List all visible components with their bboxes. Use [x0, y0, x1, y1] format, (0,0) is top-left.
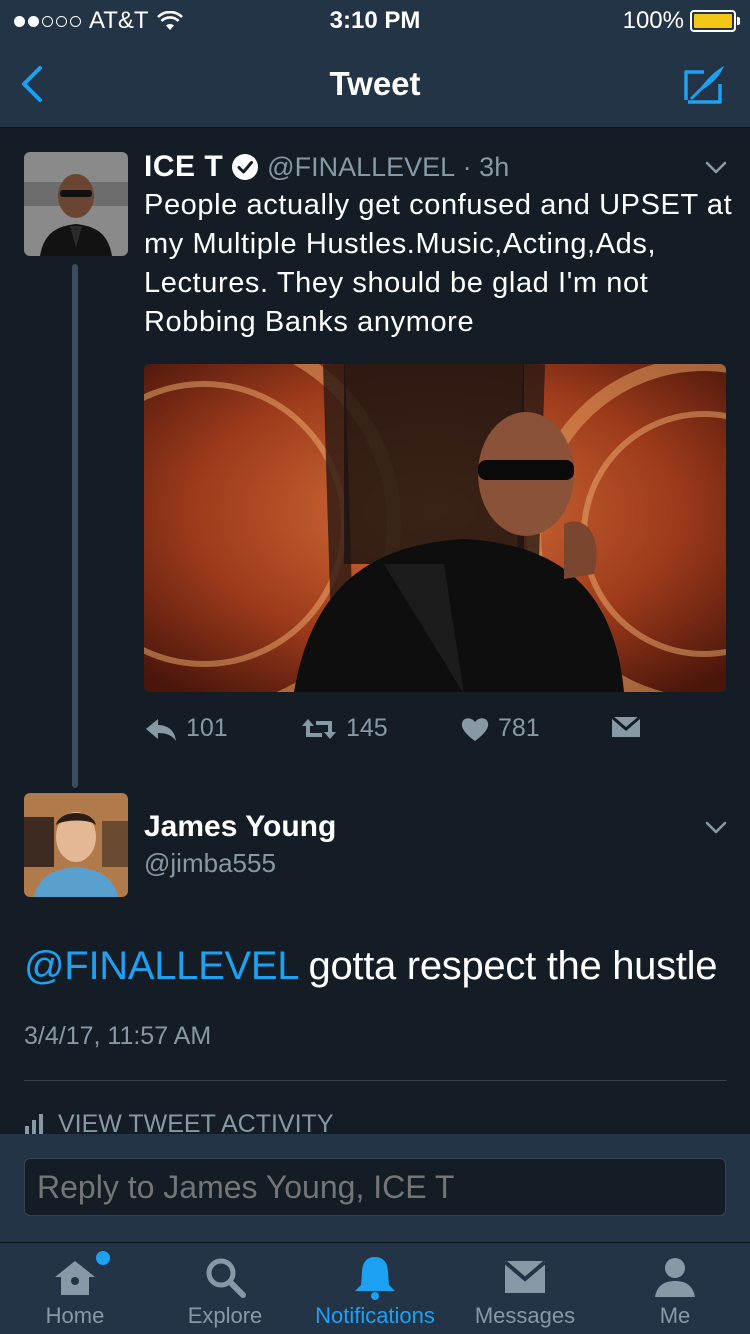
like-count: 781	[498, 714, 540, 742]
mention-link[interactable]: @FINALLEVEL	[24, 944, 298, 988]
tab-notifications[interactable]: Notifications	[300, 1243, 450, 1334]
retweet-count: 145	[346, 714, 388, 742]
tweet-age: 3h	[479, 151, 510, 182]
thread-connector	[72, 264, 78, 788]
search-icon	[206, 1258, 246, 1298]
separator-dot: ·	[455, 151, 480, 182]
bell-icon	[355, 1257, 395, 1300]
tab-messages[interactable]: Messages	[450, 1243, 600, 1334]
author-handle[interactable]: @FINALLEVEL	[267, 152, 455, 183]
chevron-down-icon[interactable]	[704, 160, 728, 176]
status-bar: AT&T 3:10 PM 100%	[0, 0, 750, 40]
retweet-action[interactable]: 145	[300, 714, 388, 743]
reply-input[interactable]	[24, 1158, 726, 1216]
tweet-actions: 101 145 781	[144, 714, 726, 754]
chevron-down-icon[interactable]	[704, 820, 728, 836]
direct-message-action[interactable]	[610, 714, 642, 740]
avatar[interactable]	[24, 152, 128, 256]
reply-author-handle[interactable]: @jimba555	[144, 848, 276, 879]
verified-badge-icon	[232, 154, 259, 180]
tab-home[interactable]: Home	[0, 1243, 150, 1334]
battery-icon	[690, 10, 740, 32]
reply-action[interactable]: 101	[144, 714, 228, 743]
reply-author-name[interactable]: James Young	[144, 810, 336, 844]
tab-label: Me	[659, 1303, 691, 1328]
tweet-header: ICE T @FINALLEVEL · 3h	[144, 150, 509, 184]
battery-percent: 100%	[622, 7, 684, 34]
tab-label: Messages	[474, 1303, 576, 1328]
reply-tweet-text: @FINALLEVEL gotta respect the hustle	[24, 944, 717, 989]
battery-status: 100%	[622, 7, 740, 35]
tweet-timestamp: 3/4/17, 11:57 AM	[24, 1022, 212, 1050]
tab-me[interactable]: Me	[600, 1243, 750, 1334]
envelope-icon	[503, 1260, 547, 1293]
reply-body: gotta respect the hustle	[297, 944, 718, 988]
nav-bar: Tweet	[0, 40, 750, 128]
avatar[interactable]	[24, 793, 128, 897]
page-title: Tweet	[329, 65, 421, 102]
envelope-icon	[611, 715, 641, 737]
tab-bar: Home Explore Notifications Messages Me	[0, 1242, 750, 1334]
tab-label: Explore	[187, 1303, 263, 1328]
reply-count: 101	[186, 714, 228, 742]
author-name[interactable]: ICE T	[144, 150, 223, 184]
tweet-photo[interactable]	[144, 364, 726, 692]
heart-icon	[461, 717, 489, 741]
reply-composer-bar	[0, 1134, 750, 1242]
tweet-text: People actually get confused and UPSET a…	[144, 189, 733, 338]
tab-explore[interactable]: Explore	[150, 1243, 300, 1334]
bar-chart-icon	[25, 1113, 43, 1136]
divider	[24, 1080, 726, 1081]
person-icon	[655, 1258, 695, 1297]
notification-dot	[96, 1251, 110, 1265]
tab-label: Notifications	[315, 1303, 435, 1328]
compose-tweet-icon[interactable]	[680, 60, 728, 108]
tab-label: Home	[45, 1303, 105, 1328]
retweet-icon	[302, 718, 336, 739]
home-icon	[55, 1261, 95, 1295]
reply-icon	[146, 718, 176, 741]
like-action[interactable]: 781	[460, 714, 540, 743]
